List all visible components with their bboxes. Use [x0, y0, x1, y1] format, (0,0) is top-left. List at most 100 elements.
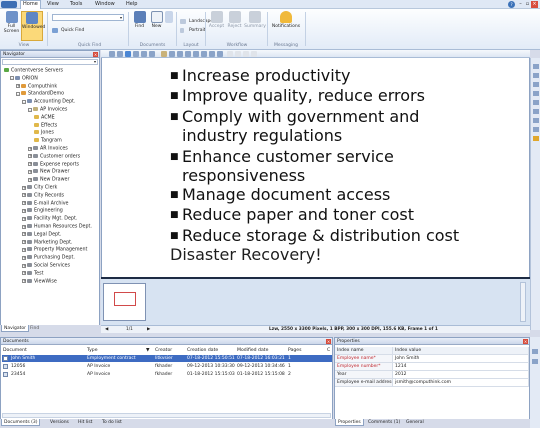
fit-page-icon[interactable] — [133, 51, 139, 57]
tree-node[interactable]: + Computhink — [16, 83, 57, 90]
edit-button[interactable] — [164, 11, 174, 24]
tree-node[interactable]: Jones — [34, 130, 54, 136]
next-page-icon[interactable] — [243, 51, 249, 57]
column-header-creator[interactable]: Creator — [155, 347, 172, 354]
collapse-icon[interactable]: - — [28, 107, 32, 112]
property-value-field[interactable]: John Smith — [393, 355, 529, 363]
expand-icon[interactable]: + — [22, 279, 26, 284]
close-icon[interactable]: × — [326, 339, 331, 344]
zoom-in-icon[interactable] — [149, 51, 155, 57]
table-row[interactable]: John Smith Employment contract litkvsier 07… — [2, 355, 332, 362]
tree-node[interactable]: + Property Management — [22, 247, 87, 253]
tree-node[interactable]: - StandardDemo — [16, 91, 64, 97]
tree-node[interactable]: Contentverse Servers — [4, 68, 63, 74]
print-icon[interactable] — [217, 51, 223, 57]
pan-icon[interactable] — [141, 51, 147, 57]
tab-documents[interactable]: Documents (3) — [1, 419, 41, 426]
last-page-icon[interactable] — [251, 51, 257, 57]
expand-icon[interactable]: + — [28, 162, 32, 167]
help-icon[interactable]: ? — [508, 1, 515, 8]
invert-icon[interactable] — [185, 51, 191, 57]
tool-icon[interactable] — [533, 118, 539, 123]
tree-node[interactable]: + Purchasing Dept. — [22, 255, 75, 261]
property-value-field[interactable]: 1214 — [393, 363, 529, 371]
expand-icon[interactable]: + — [22, 216, 26, 221]
tab-hit-list[interactable]: Hit list — [76, 419, 94, 426]
column-header-creation-date[interactable]: Creation date — [187, 347, 218, 354]
restore-icon[interactable]: ▫ — [524, 1, 531, 8]
tree-node[interactable]: + Facility Mgt. Dept. — [22, 216, 77, 222]
expand-icon[interactable]: + — [22, 201, 26, 206]
expand-icon[interactable]: + — [28, 154, 32, 159]
collapse-icon[interactable]: - — [16, 91, 20, 96]
expand-icon[interactable]: + — [22, 247, 26, 252]
tree-node[interactable]: Tangram — [34, 138, 62, 144]
tree-node[interactable]: + City Records — [22, 192, 64, 199]
windowed-button[interactable]: Windowed — [21, 11, 45, 41]
tree-node[interactable]: + Engineering — [22, 208, 63, 214]
save-icon[interactable] — [532, 359, 538, 364]
find-button[interactable]: Find — [131, 11, 148, 29]
tree-node[interactable]: + New Drawer — [28, 177, 69, 183]
menu-view[interactable]: View — [45, 1, 61, 8]
navigator-dropdown[interactable]: ▾ — [2, 59, 98, 65]
property-value-field[interactable]: jsmith@computhink.com — [393, 379, 529, 387]
application-menu-button[interactable] — [1, 1, 17, 8]
notifications-button[interactable]: Notifications — [270, 11, 302, 29]
tree-node[interactable]: + Social Services — [22, 263, 70, 269]
tree-node[interactable]: + AR Invoices — [28, 146, 68, 152]
page-thumbnail[interactable] — [103, 283, 146, 321]
tree-node[interactable]: + City Clerk — [22, 185, 57, 191]
collapse-icon[interactable]: - — [22, 99, 26, 104]
tree-node[interactable]: + Marketing Dept. — [22, 239, 73, 246]
tab-to-do-list[interactable]: To do list — [100, 419, 124, 426]
horizontal-scrollbar[interactable] — [2, 413, 331, 418]
tool-icon[interactable] — [533, 127, 539, 132]
tab-properties[interactable]: Properties — [335, 419, 364, 426]
column-header-c[interactable]: C — [327, 347, 330, 354]
column-header-type[interactable]: Type — [87, 347, 98, 354]
expand-icon[interactable]: + — [22, 193, 26, 198]
property-value-field[interactable]: 2012 — [393, 371, 529, 379]
menu-window[interactable]: Window — [93, 1, 117, 8]
tool-icon[interactable] — [533, 64, 539, 69]
tool-icon[interactable] — [533, 109, 539, 114]
quick-find-button[interactable]: Quick Find — [52, 27, 84, 34]
quick-find-combo[interactable]: ▾ — [52, 14, 124, 21]
select-icon[interactable] — [109, 51, 115, 57]
expand-icon[interactable]: + — [16, 84, 20, 89]
tree-node[interactable]: - AP Invoices — [28, 107, 67, 113]
new-button[interactable]: New — [148, 11, 165, 29]
column-header-pages[interactable]: Pages — [288, 347, 302, 354]
tool-icon[interactable] — [533, 82, 539, 87]
portrait-button[interactable]: Portrait — [180, 27, 206, 34]
summary-button[interactable]: Summary — [244, 11, 266, 29]
menu-home[interactable]: Home — [20, 0, 41, 9]
first-page-nav-icon[interactable]: ◀ — [105, 326, 108, 333]
close-icon[interactable]: × — [523, 339, 528, 344]
close-icon[interactable]: × — [531, 1, 538, 8]
tree-node[interactable]: + Human Resources Dept. — [22, 224, 92, 230]
close-icon[interactable]: × — [93, 52, 98, 57]
tree-node[interactable]: ACME — [34, 114, 55, 121]
previous-page-icon[interactable] — [235, 51, 241, 57]
tab-comments[interactable]: Comments (1) — [366, 419, 402, 426]
tree-node[interactable]: + E-mail Archive — [22, 200, 69, 207]
expand-icon[interactable]: + — [28, 146, 32, 151]
reject-button[interactable]: Reject — [226, 11, 243, 29]
table-row[interactable]: 23454 AP Invoice fkhader 01-18-2012 15:15:0… — [2, 371, 332, 378]
accept-button[interactable]: Accept — [208, 11, 225, 29]
tree-node[interactable]: + Customer orders — [28, 153, 80, 160]
tool-icon[interactable] — [533, 91, 539, 96]
lock-icon[interactable] — [533, 136, 539, 141]
expand-icon[interactable]: + — [22, 240, 26, 245]
expand-icon[interactable]: + — [22, 185, 26, 190]
annotation-icon[interactable] — [193, 51, 199, 57]
full-screen-button[interactable]: Full Screen — [3, 11, 20, 34]
tree-node[interactable]: Effects — [34, 122, 57, 129]
tree-node[interactable]: + ViewWise — [22, 278, 57, 285]
tree-node[interactable]: - ORION — [10, 75, 38, 82]
tab-find[interactable]: Find — [28, 325, 41, 332]
first-page-icon[interactable] — [227, 51, 233, 57]
edit-properties-icon[interactable] — [532, 349, 538, 354]
